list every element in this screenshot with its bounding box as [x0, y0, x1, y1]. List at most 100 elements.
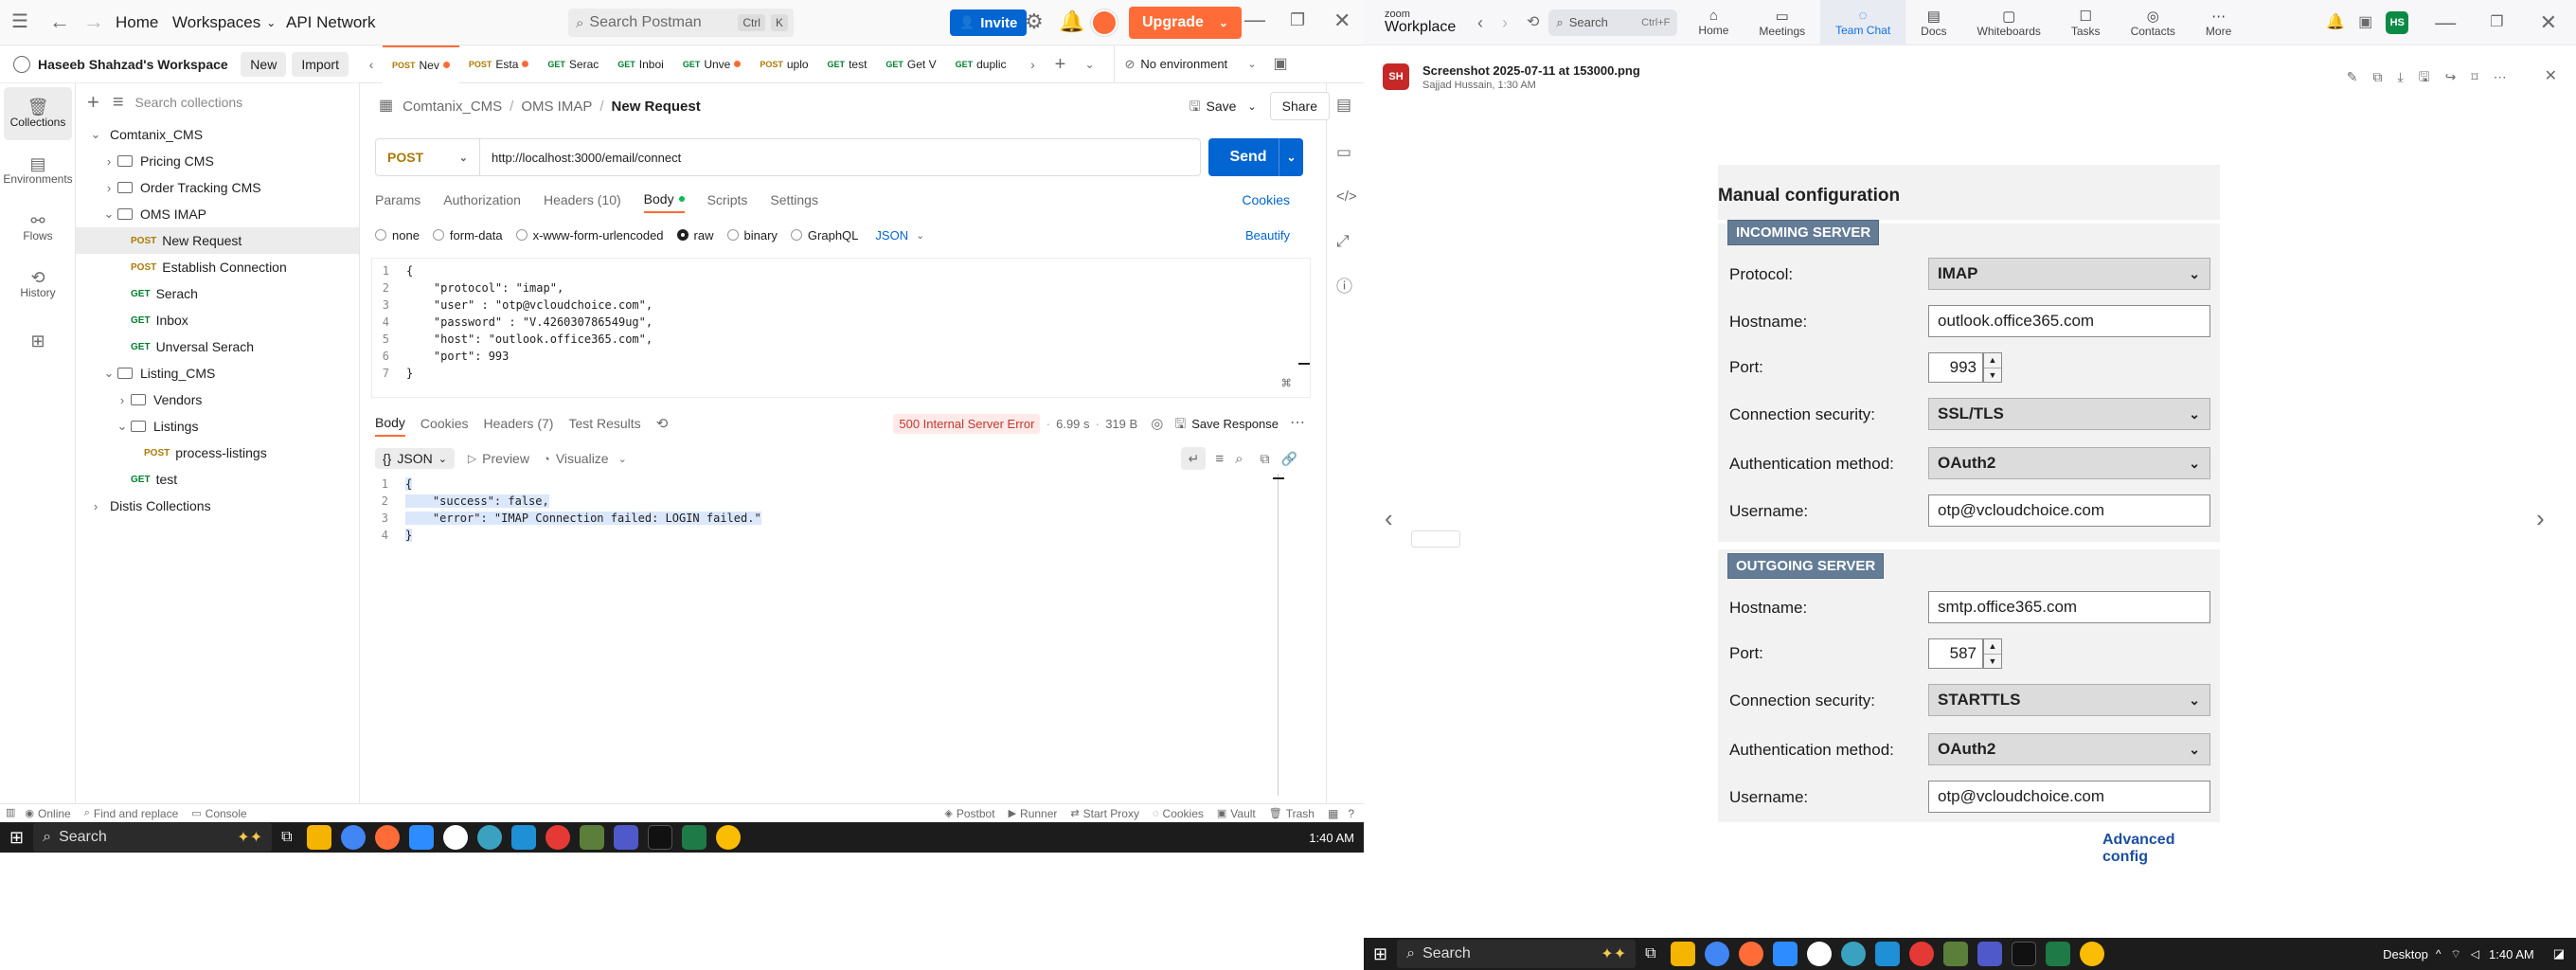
history-icon[interactable]: ⟲: [656, 417, 894, 431]
notifications-icon[interactable]: 🔔: [1059, 11, 1084, 32]
tree-item[interactable]: GET Inbox: [76, 307, 359, 333]
request-tab[interactable]: GET Get V: [876, 45, 945, 83]
vault-button[interactable]: ▣ Vault: [1217, 807, 1256, 820]
chevron-right-icon[interactable]: ›: [114, 393, 131, 407]
format-icon[interactable]: ⌘: [1281, 376, 1291, 391]
copy-icon[interactable]: ⧉: [1261, 452, 1270, 465]
tree-item[interactable]: ⌄ OMS IMAP: [76, 201, 359, 227]
workspace-name[interactable]: Haseeb Shahzad's Workspace: [38, 57, 241, 72]
request-tab[interactable]: POST uplo: [750, 45, 817, 83]
nav-api-network[interactable]: API Network: [286, 13, 375, 32]
save-response-button[interactable]: 🖫 Save Response: [1174, 417, 1279, 431]
previous-image-icon[interactable]: ‹: [1385, 506, 1393, 530]
network-icon[interactable]: ⌔: [2450, 947, 2460, 961]
excel-icon[interactable]: [681, 825, 707, 850]
tab-body[interactable]: Body: [643, 187, 685, 213]
invite-button[interactable]: 👤 Invite: [950, 9, 1028, 36]
request-title[interactable]: New Request: [612, 99, 1190, 115]
body-type-binary[interactable]: binary: [726, 228, 778, 242]
beautify-button[interactable]: Beautify: [1245, 228, 1290, 242]
code-icon[interactable]: </>: [1336, 189, 1357, 204]
chrome-icon[interactable]: [1704, 942, 1729, 966]
layout-icon[interactable]: ▦: [1328, 808, 1338, 819]
taskbar-search[interactable]: ⌕ Search ✦✦: [33, 823, 273, 852]
upgrade-button[interactable]: Upgrade ⌄: [1129, 7, 1242, 39]
close-icon[interactable]: ✕: [2545, 69, 2557, 84]
more-icon[interactable]: ⋯: [1290, 416, 1305, 431]
nav-home[interactable]: ⌂ Home: [1683, 0, 1744, 45]
cookies-link[interactable]: Cookies: [1242, 192, 1290, 207]
open-external-icon[interactable]: ⧉: [2373, 70, 2383, 83]
preview-button[interactable]: ▷ Preview: [468, 451, 529, 466]
save-icon[interactable]: 🖫: [2419, 70, 2430, 83]
rail-history[interactable]: ⟲ History: [4, 258, 72, 311]
method-select[interactable]: POST ⌄: [376, 139, 480, 175]
tree-item[interactable]: POST Establish Connection: [76, 254, 359, 280]
postbot-button[interactable]: ◈ Postbot: [944, 807, 994, 820]
settings-icon[interactable]: ⚙: [1025, 11, 1044, 32]
taskbar-clock[interactable]: 1:40 AM: [2489, 947, 2534, 961]
windows-start-icon[interactable]: ⊞: [9, 829, 24, 846]
response-format-select[interactable]: {} JSON ⌄: [375, 448, 455, 469]
desktop-label[interactable]: Desktop: [2383, 947, 2428, 961]
task-view-icon[interactable]: ⧉: [281, 830, 292, 845]
request-tab[interactable]: GET test: [818, 45, 877, 83]
minimize-icon[interactable]: —: [2435, 11, 2456, 33]
nav-team-chat[interactable]: ◌ Team Chat: [1820, 0, 1906, 45]
wallet-icon[interactable]: ▣: [2358, 14, 2372, 30]
tree-item[interactable]: GET Serach: [76, 280, 359, 307]
close-icon[interactable]: ✕: [1333, 10, 1351, 31]
tree-item[interactable]: ⌄ Comtanix_CMS: [76, 121, 359, 148]
download-icon[interactable]: ⤓: [2398, 70, 2404, 83]
response-body-viewer[interactable]: 1{2 "success": false, 3 "error": "IMAP Co…: [371, 474, 1299, 805]
tree-item[interactable]: GET Unversal Serach: [76, 333, 359, 360]
nav-meetings[interactable]: ▭ Meetings: [1744, 0, 1820, 45]
nav-whiteboards[interactable]: ▢ Whiteboards: [1962, 0, 2056, 45]
tree-item[interactable]: ⌄ Listings: [76, 413, 359, 440]
response-tab-cookies[interactable]: Cookies: [420, 416, 469, 431]
chrome-icon[interactable]: [2079, 942, 2104, 966]
request-tab[interactable]: GET Unve: [673, 45, 751, 83]
app-icon[interactable]: [1874, 942, 1900, 966]
more-icon[interactable]: ⋯: [2494, 70, 2507, 83]
back-icon[interactable]: ‹: [1477, 14, 1483, 31]
zoom-app-icon[interactable]: [408, 825, 434, 850]
tab-scripts[interactable]: Scripts: [707, 192, 748, 207]
nav-home[interactable]: Home: [116, 13, 158, 32]
body-type-urlencoded[interactable]: x-www-form-urlencoded: [515, 228, 664, 242]
taskbar-search[interactable]: ⌕ Search ✦✦: [1397, 940, 1637, 968]
sender-avatar[interactable]: SH: [1383, 63, 1409, 90]
excel-icon[interactable]: [2045, 942, 2070, 966]
rail-collections[interactable]: 🗑 Collections: [4, 87, 72, 140]
status-badge[interactable]: 500 Internal Server Error: [893, 413, 1041, 434]
import-button[interactable]: Import: [292, 51, 349, 77]
save-button[interactable]: 🖫 Save ⌄: [1190, 99, 1257, 114]
response-size[interactable]: 319 B: [1105, 417, 1137, 431]
terminal-icon[interactable]: [2011, 942, 2036, 966]
request-tab[interactable]: GET Inboi: [608, 45, 673, 83]
request-tab[interactable]: GET Serac: [538, 45, 608, 83]
maximize-icon[interactable]: ❐: [2490, 14, 2503, 30]
rail-flows[interactable]: ⚯ Flows: [4, 201, 72, 254]
tree-item[interactable]: › Vendors: [76, 386, 359, 413]
maximize-icon[interactable]: ❐: [1290, 11, 1305, 28]
tab-headers[interactable]: Headers (10): [544, 192, 621, 207]
zoom-app-icon[interactable]: [1772, 942, 1798, 966]
profile-avatar[interactable]: HS: [2386, 10, 2409, 34]
app-icon[interactable]: [1942, 942, 1968, 966]
history-icon[interactable]: ⟲: [1527, 14, 1539, 30]
breadcrumb-collection[interactable]: Comtanix_CMS: [402, 99, 502, 115]
tree-item[interactable]: GET test: [76, 466, 359, 493]
notification-center-icon[interactable]: ◪: [2553, 946, 2565, 961]
app-icon[interactable]: [1840, 942, 1866, 966]
close-icon[interactable]: ✕: [2540, 11, 2557, 33]
info-icon[interactable]: ⓘ: [1336, 278, 1352, 295]
bookmark-icon[interactable]: ⌑: [2471, 70, 2478, 83]
tab-settings[interactable]: Settings: [770, 192, 1242, 207]
body-type-raw[interactable]: raw: [676, 228, 714, 242]
app-icon[interactable]: [579, 825, 604, 850]
breadcrumb-folder[interactable]: OMS IMAP: [521, 99, 592, 115]
tree-item[interactable]: POST process-listings: [76, 440, 359, 466]
documentation-icon[interactable]: ▤: [1336, 97, 1351, 113]
global-search[interactable]: ⌕ Search Postman Ctrl K: [568, 9, 794, 37]
